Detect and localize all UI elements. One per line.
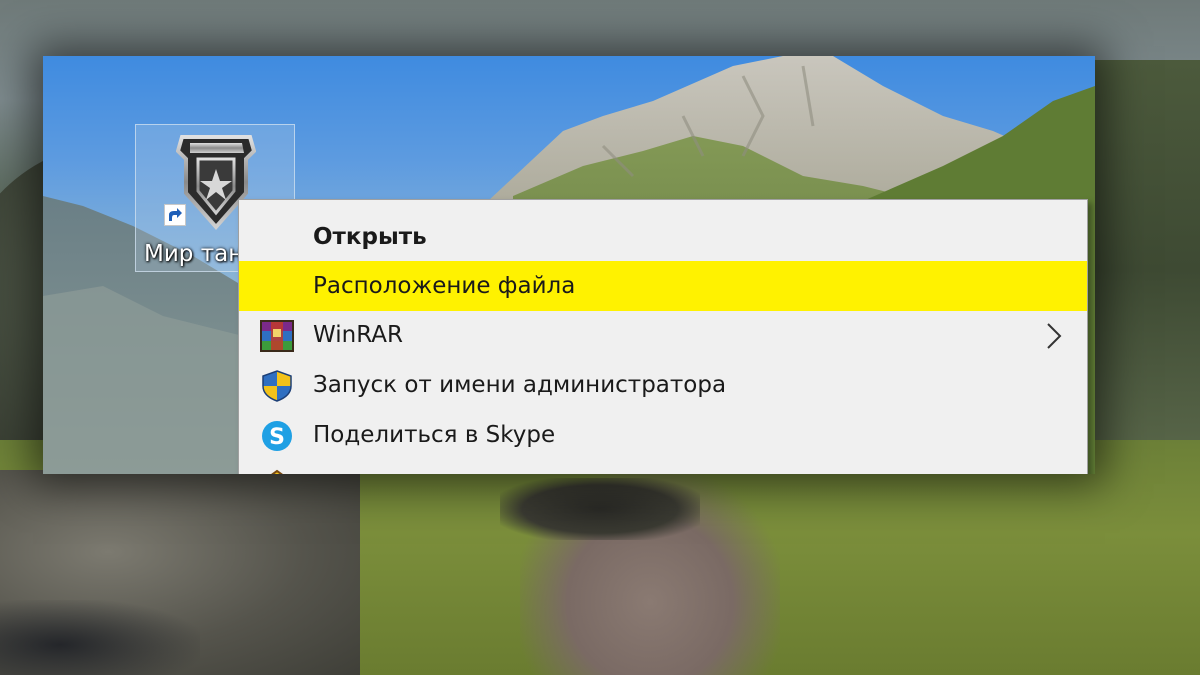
chevron-right-icon — [1045, 322, 1063, 354]
menu-item-share-skype[interactable]: S Поделиться в Skype — [239, 410, 1087, 460]
menu-item-run-as-admin[interactable]: Запуск от имени администратора — [239, 360, 1087, 410]
shortcut-label: Мир тан — [144, 241, 244, 267]
menu-item-compatibility[interactable] — [239, 460, 1087, 474]
compatibility-icon — [259, 469, 295, 474]
menu-item-file-location[interactable]: Расположение файла — [239, 261, 1087, 311]
context-menu: Открыть Расположение файла WinRAR Запуск… — [238, 199, 1088, 474]
menu-item-label: Запуск от имени администратора — [313, 372, 727, 398]
svg-text:S: S — [269, 425, 285, 450]
desktop-screenshot: Мир тан Открыть Расположение файла WinRA… — [43, 56, 1095, 474]
menu-item-label: WinRAR — [313, 322, 403, 348]
background-tank — [500, 478, 700, 540]
menu-item-winrar[interactable]: WinRAR — [239, 310, 1087, 360]
uac-shield-icon — [259, 369, 295, 403]
menu-item-open[interactable]: Открыть — [239, 212, 1087, 262]
background-shadow — [0, 600, 200, 675]
winrar-icon — [259, 319, 295, 353]
skype-icon: S — [259, 419, 295, 453]
menu-item-label: Поделиться в Skype — [313, 422, 556, 448]
menu-item-label: Открыть — [313, 224, 427, 250]
shortcut-arrow-icon — [164, 204, 186, 226]
menu-item-label: Расположение файла — [313, 273, 576, 299]
